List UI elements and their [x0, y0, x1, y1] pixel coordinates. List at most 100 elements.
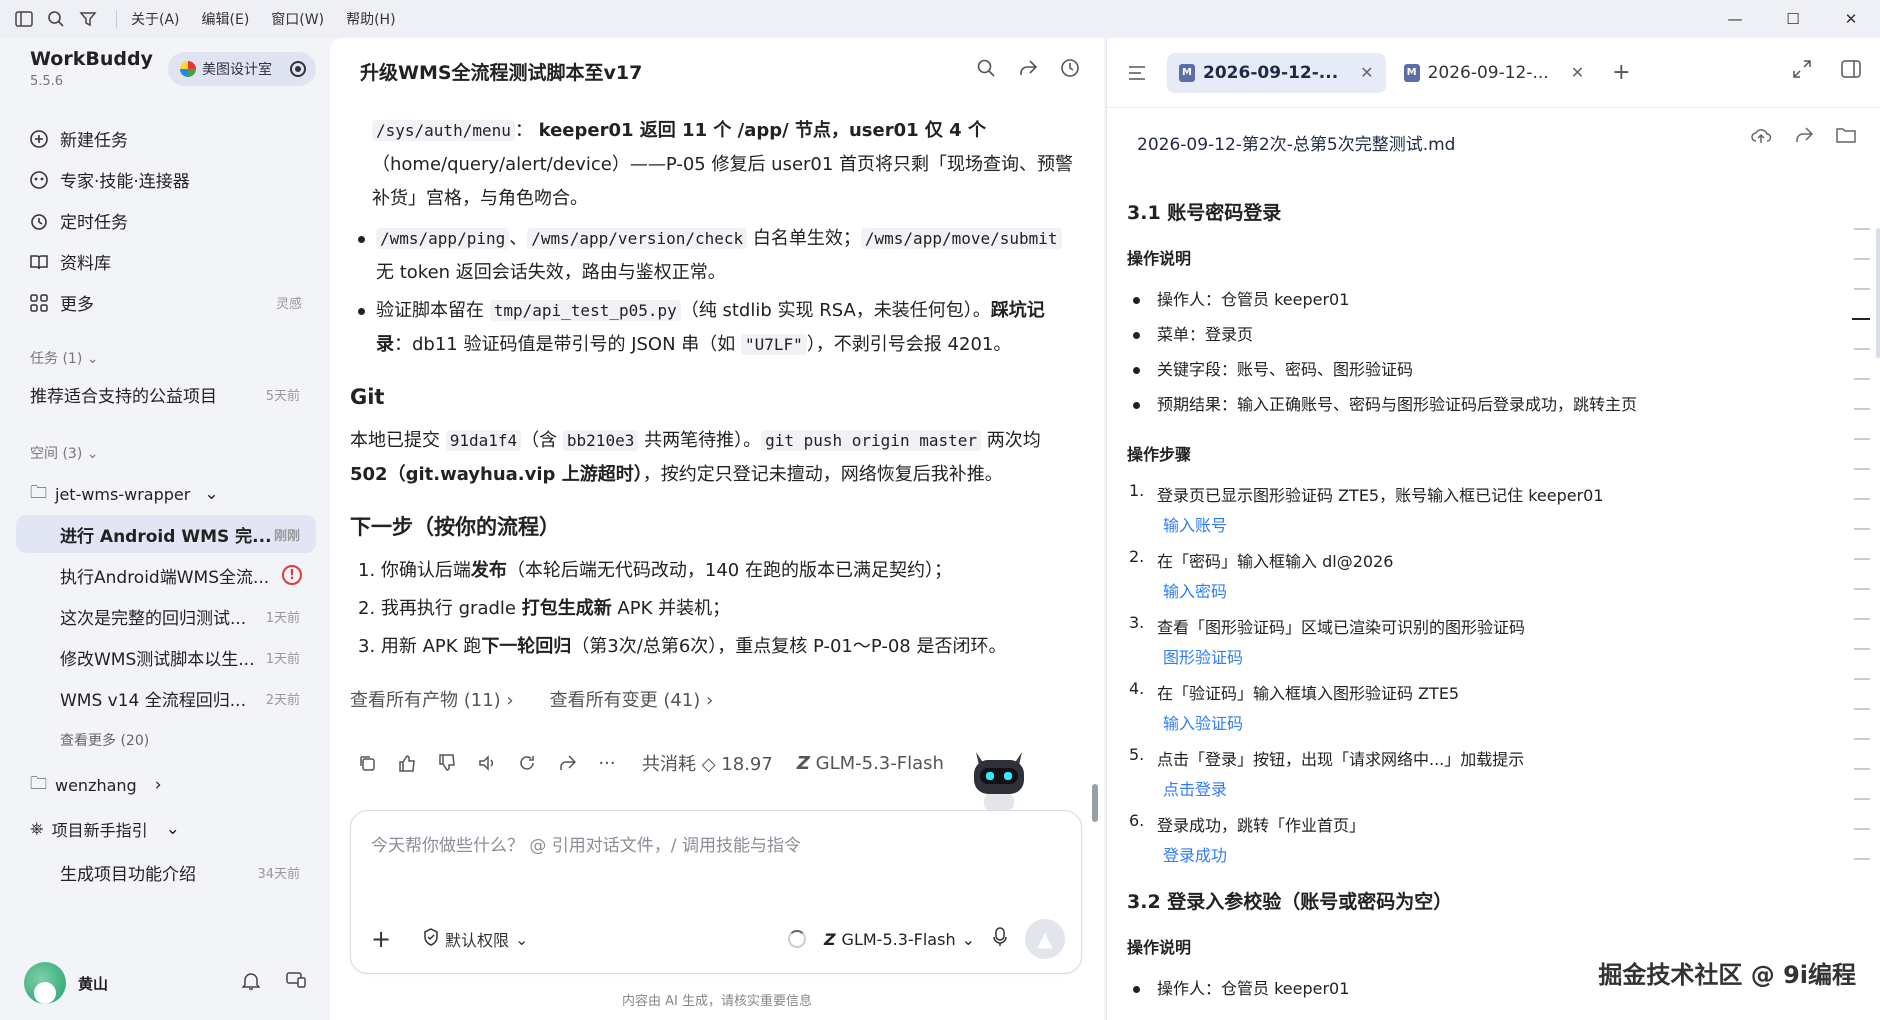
share-icon[interactable]: [1794, 126, 1814, 148]
tasks-section-title[interactable]: 任务 (1) ⌄: [30, 348, 98, 368]
share-icon[interactable]: [556, 752, 578, 774]
share-icon[interactable]: [1018, 58, 1038, 82]
close-window-button[interactable]: ✕: [1822, 0, 1880, 38]
app-version: 5.5.6: [30, 74, 64, 89]
nav-scheduled[interactable]: 定时任务: [28, 200, 318, 241]
folder-jet-wms-wrapper[interactable]: 🗀 jet-wms-wrapper ⌄: [16, 475, 316, 513]
thumbs-down-icon[interactable]: [436, 752, 458, 774]
menu-about[interactable]: 关于(A): [131, 9, 180, 29]
expand-icon[interactable]: [1793, 60, 1811, 82]
step-link[interactable]: 登录成功: [1163, 841, 1817, 871]
warning-icon: !: [282, 565, 302, 585]
bullet-item: /wms/app/ping、/wms/app/version/check 白名单…: [350, 222, 1080, 290]
permission-dropdown[interactable]: 默认权限 ⌄: [423, 927, 528, 951]
list-item: 预期结果：输入正确账号、密码与图形验证码后登录成功，跳转主页: [1127, 390, 1817, 425]
task-item[interactable]: 推荐适合支持的公益项目 5天前: [16, 375, 316, 413]
new-tab-button[interactable]: +: [1612, 60, 1630, 85]
cost-label: 共消耗 ◇ 18.97: [642, 754, 773, 775]
step-link[interactable]: 输入账号: [1163, 511, 1817, 541]
nav-label: 更多: [60, 295, 94, 315]
space-item[interactable]: 执行Android端WMS全流...!: [16, 556, 316, 594]
refresh-icon[interactable]: [516, 752, 538, 774]
menu-window[interactable]: 窗口(W): [271, 9, 324, 29]
step-link[interactable]: 输入验证码: [1163, 709, 1817, 739]
add-attachment-button[interactable]: +: [371, 925, 395, 953]
close-tab-icon[interactable]: ✕: [1571, 63, 1584, 82]
guide-item[interactable]: 生成项目功能介绍 34天前: [16, 853, 316, 891]
main-nav: 新建任务 专家·技能·连接器 定时任务 资料库 更多 灵感: [28, 118, 318, 323]
markdown-file-icon: M: [1179, 63, 1195, 82]
search-icon[interactable]: [42, 5, 70, 33]
devices-icon[interactable]: [286, 971, 306, 995]
ai-disclaimer: 内容由 AI 生成，请核实重要信息: [622, 994, 812, 1009]
copy-icon[interactable]: [356, 752, 378, 774]
folder-open-icon[interactable]: [1836, 126, 1856, 148]
minimize-button[interactable]: —: [1706, 0, 1764, 38]
nav-experts[interactable]: 专家·技能·连接器: [28, 159, 318, 200]
doc-minimap[interactable]: [1840, 228, 1870, 888]
user-name: 黄山: [78, 974, 109, 993]
view-more-link[interactable]: 查看更多 (20): [16, 721, 316, 759]
record-icon[interactable]: [290, 61, 306, 77]
user-bar: 黄山: [24, 958, 314, 1008]
history-icon[interactable]: [1060, 58, 1080, 82]
nav-label: 定时任务: [60, 213, 128, 233]
space-item-active[interactable]: 进行 Android WMS 完... 刚刚: [16, 515, 316, 553]
menu-help[interactable]: 帮助(H): [346, 9, 395, 29]
step-item: 3. 查看「图形验证码」区域已渲染可识别的图形验证码 图形验证码: [1127, 613, 1817, 673]
step-link[interactable]: 输入密码: [1163, 577, 1817, 607]
space-item[interactable]: 修改WMS测试脚本以生... 1天前: [16, 638, 316, 676]
loading-spinner-icon: [787, 930, 806, 948]
folder-icon: 🗀: [30, 482, 47, 503]
view-artifacts-link[interactable]: 查看所有产物 (11) ›: [350, 684, 514, 718]
folder-guide[interactable]: ⎈ 项目新手指引 ⌄: [16, 810, 316, 848]
workspace-chip[interactable]: 美图设计室: [168, 52, 316, 86]
upload-cloud-icon[interactable]: [1750, 126, 1772, 148]
nav-library[interactable]: 资料库: [28, 241, 318, 282]
menu-edit[interactable]: 编辑(E): [202, 9, 250, 29]
bullet-item: 验证脚本留在 tmp/api_test_p05.py （纯 stdlib 实现 R…: [350, 294, 1080, 362]
doc-tab-1[interactable]: M 2026-09-12-... ✕: [1167, 52, 1386, 93]
git-paragraph: 本地已提交 91da1f4 （含 bb210e3 共两笔待推）。 git push …: [350, 430, 1041, 485]
doc-scrollbar[interactable]: [1876, 228, 1880, 358]
nav-new-task[interactable]: 新建任务: [28, 118, 318, 159]
chat-scrollbar[interactable]: [1092, 104, 1098, 822]
thumbs-up-icon[interactable]: [396, 752, 418, 774]
avatar[interactable]: [24, 962, 66, 1004]
bell-icon[interactable]: [241, 971, 261, 995]
send-button[interactable]: ▲: [1025, 919, 1065, 959]
panel-toggle-icon[interactable]: [1841, 60, 1861, 82]
step-item: 2. 在「密码」输入框输入 dl@2026 输入密码: [1127, 547, 1817, 607]
doc-tab-2[interactable]: M 2026-09-12-... ✕: [1392, 53, 1597, 93]
sidebar-toggle-icon[interactable]: [10, 5, 38, 33]
close-tab-icon[interactable]: ✕: [1360, 63, 1373, 82]
space-item[interactable]: WMS v14 全流程回归... 2天前: [16, 679, 316, 717]
folder-wenzhang[interactable]: 🗀 wenzhang ›: [16, 766, 316, 804]
outline-menu-icon[interactable]: [1107, 65, 1167, 81]
spaces-section-title[interactable]: 空间 (3) ⌄: [30, 443, 98, 463]
nav-more[interactable]: 更多 灵感: [28, 282, 318, 323]
more-icon[interactable]: ···: [596, 752, 618, 774]
chevron-down-icon: ⌄: [961, 929, 975, 949]
paragraph-text: （home/query/alert/device）——P-05 修复后 user…: [372, 154, 1074, 209]
doc-filename: 2026-09-12-第2次-总第5次完整测试.md: [1137, 135, 1456, 155]
book-icon: [28, 251, 50, 273]
guide-icon: ⎈: [30, 819, 44, 839]
bold-text: keeper01 返回 11 个 /app/ 节点，user01 仅 4 个: [538, 120, 986, 141]
step-item: 4. 在「验证码」输入框填入图形验证码 ZTE5 输入验证码: [1127, 679, 1817, 739]
model-selector[interactable]: Z GLM-5.3-Flash ⌄: [824, 930, 975, 949]
message-input[interactable]: 今天帮你做些什么？ @ 引用对话文件，/ 调用技能与指令: [371, 831, 801, 856]
view-changes-link[interactable]: 查看所有变更 (41) ›: [550, 684, 714, 718]
step-link[interactable]: 图形验证码: [1163, 643, 1817, 673]
watermark: 掘金技术社区 @ 9i编程: [1598, 961, 1856, 989]
nav-label: 新建任务: [60, 131, 128, 151]
microphone-icon[interactable]: [993, 927, 1007, 951]
search-icon[interactable]: [976, 58, 996, 82]
maximize-button[interactable]: ☐: [1764, 0, 1822, 38]
space-item[interactable]: 这次是完整的回归测试... 1天前: [16, 597, 316, 635]
speaker-icon[interactable]: [476, 752, 498, 774]
op-desc-heading: 操作说明: [1127, 249, 1192, 268]
filter-icon[interactable]: [74, 5, 102, 33]
step-link[interactable]: 点击登录: [1163, 775, 1817, 805]
model-label: Z GLM-5.3-Flash: [796, 752, 944, 774]
